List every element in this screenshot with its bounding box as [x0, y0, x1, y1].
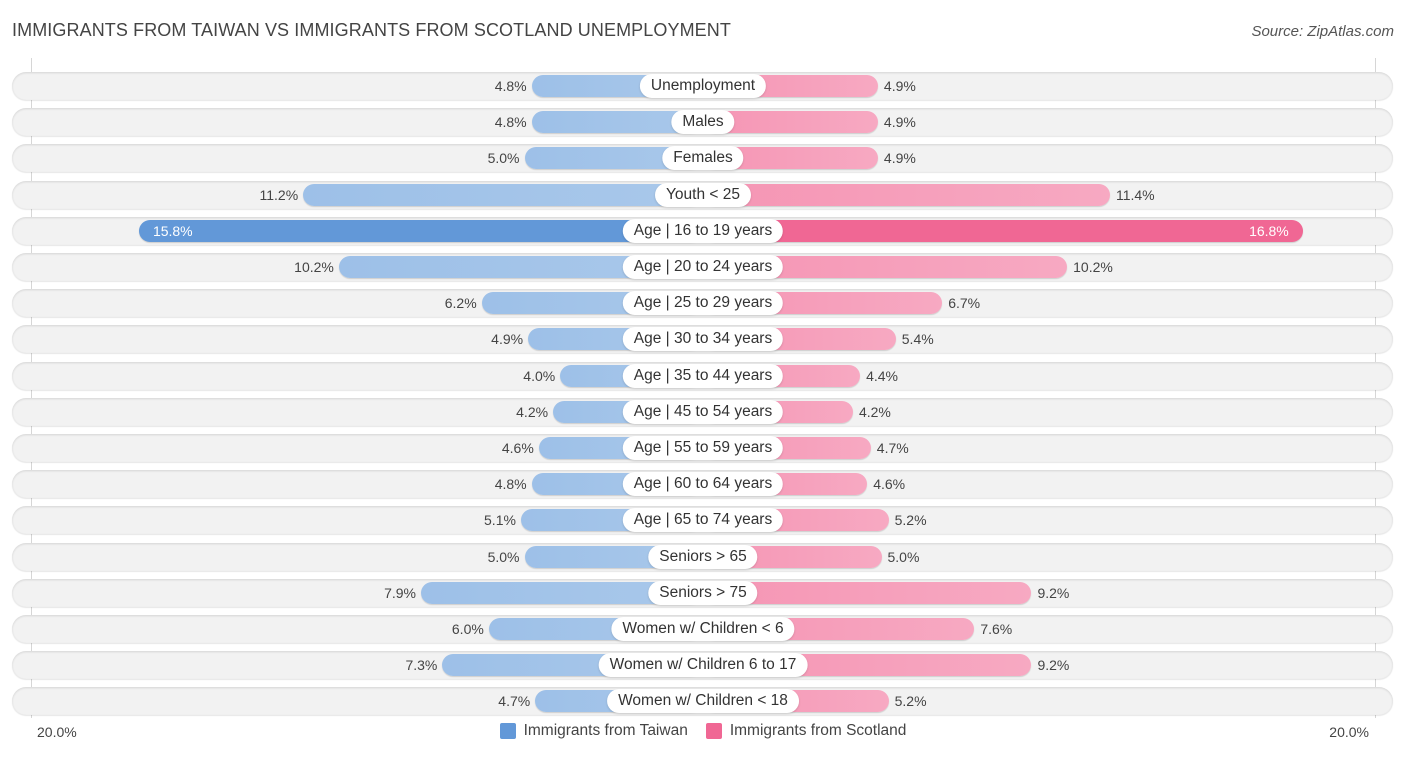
- category-label: Women w/ Children < 18: [607, 689, 799, 714]
- category-label: Women w/ Children 6 to 17: [598, 653, 808, 678]
- category-label: Age | 16 to 19 years: [622, 218, 784, 243]
- value-label-taiwan: 7.9%: [384, 584, 416, 601]
- value-label-taiwan: 4.9%: [491, 331, 524, 348]
- value-label-taiwan: 6.0%: [451, 621, 484, 637]
- category-label: Age | 65 to 74 years: [622, 508, 784, 533]
- value-label-taiwan: 6.2%: [444, 295, 477, 312]
- category-label: Age | 30 to 34 years: [622, 327, 784, 352]
- value-label-taiwan: 10.2%: [294, 259, 334, 275]
- value-label-taiwan: 4.8%: [494, 78, 527, 94]
- value-label-scotland: 4.9%: [883, 78, 916, 94]
- value-label-taiwan: 7.3%: [405, 657, 438, 674]
- value-label-taiwan: 4.2%: [516, 403, 549, 420]
- value-label-scotland: 5.2%: [894, 693, 927, 710]
- bar-taiwan[interactable]: [138, 219, 703, 242]
- value-label-scotland: 6.7%: [948, 295, 981, 312]
- chart-title: IMMIGRANTS FROM TAIWAN VS IMMIGRANTS FRO…: [12, 20, 731, 40]
- bar-scotland[interactable]: [703, 219, 1303, 242]
- value-label-scotland: 4.9%: [883, 150, 916, 167]
- category-label: Females: [662, 146, 744, 171]
- bar-taiwan[interactable]: [303, 183, 703, 206]
- category-label: Age | 35 to 44 years: [622, 363, 784, 388]
- legend-swatch-taiwan: [499, 723, 516, 739]
- value-label-taiwan: 4.6%: [501, 440, 534, 456]
- value-label-taiwan: 11.2%: [259, 186, 299, 203]
- value-label-scotland: 4.4%: [866, 367, 898, 384]
- value-label-scotland: 4.6%: [873, 476, 906, 493]
- value-label-taiwan: 4.7%: [498, 693, 531, 710]
- value-label-scotland: 16.8%: [1249, 222, 1289, 239]
- legend-label-scotland: Immigrants from Scotland: [729, 722, 907, 739]
- value-label-taiwan: 5.0%: [487, 548, 520, 565]
- category-label: Youth < 25: [655, 182, 751, 207]
- category-label: Seniors > 65: [648, 544, 758, 569]
- value-label-scotland: 4.2%: [858, 403, 891, 420]
- value-label-taiwan: 5.0%: [487, 150, 520, 167]
- category-label: Age | 55 to 59 years: [622, 436, 784, 460]
- value-label-scotland: 7.6%: [980, 621, 1013, 637]
- value-label-taiwan: 4.8%: [494, 114, 527, 131]
- category-label: Age | 20 to 24 years: [622, 255, 784, 279]
- value-label-scotland: 11.4%: [1115, 186, 1155, 203]
- value-label-scotland: 4.7%: [876, 440, 909, 456]
- category-label: Age | 25 to 29 years: [622, 291, 784, 316]
- legend-label-taiwan: Immigrants from Taiwan: [523, 722, 688, 739]
- category-label: Seniors > 75: [648, 580, 758, 605]
- value-label-taiwan: 4.8%: [494, 476, 527, 493]
- value-label-taiwan: 4.0%: [523, 367, 556, 384]
- category-label: Males: [671, 110, 735, 135]
- value-label-taiwan: 15.8%: [152, 222, 193, 239]
- value-label-scotland: 5.2%: [894, 512, 927, 529]
- category-label: Age | 60 to 64 years: [622, 472, 784, 497]
- value-label-scotland: 10.2%: [1073, 259, 1113, 275]
- value-label-scotland: 9.2%: [1037, 657, 1070, 674]
- legend: Immigrants from Taiwan Immigrants from S…: [0, 722, 1406, 740]
- category-label: Age | 45 to 54 years: [622, 399, 784, 424]
- value-label-scotland: 9.2%: [1037, 584, 1070, 601]
- value-label-scotland: 5.4%: [901, 331, 934, 348]
- value-label-scotland: 5.0%: [887, 548, 920, 565]
- category-label: Women w/ Children < 6: [611, 617, 795, 641]
- bar-scotland[interactable]: [703, 183, 1110, 206]
- value-label-taiwan: 5.1%: [484, 512, 516, 529]
- legend-swatch-scotland: [705, 723, 722, 739]
- value-label-scotland: 4.9%: [883, 114, 916, 131]
- legend-item-taiwan[interactable]: Immigrants from Taiwan: [499, 722, 688, 740]
- legend-item-scotland[interactable]: Immigrants from Scotland: [705, 722, 907, 740]
- category-label: Unemployment: [639, 74, 767, 98]
- source-label: Source: ZipAtlas.com: [1251, 23, 1394, 40]
